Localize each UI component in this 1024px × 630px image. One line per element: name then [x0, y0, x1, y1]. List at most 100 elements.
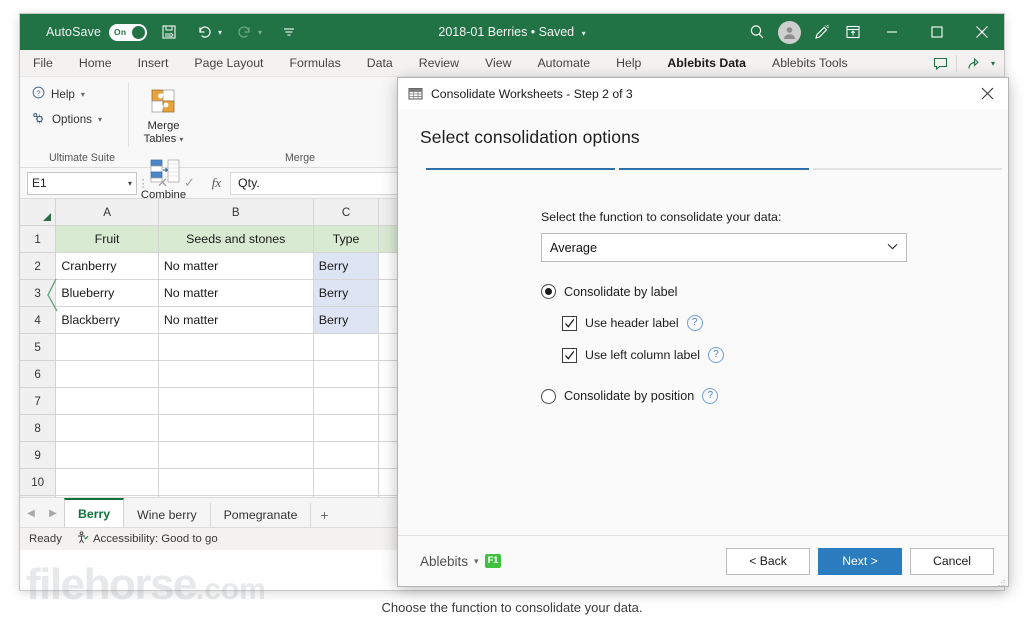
comments-icon[interactable] — [927, 50, 953, 76]
cell-a8[interactable] — [55, 414, 159, 442]
row-header-5[interactable]: 5 — [20, 333, 57, 361]
f1-help-badge[interactable]: F1 — [484, 554, 502, 568]
row-header-2[interactable]: 2 — [20, 252, 57, 280]
close-icon[interactable] — [966, 78, 1008, 109]
cell-a7[interactable] — [55, 387, 159, 415]
select-all-corner[interactable] — [20, 199, 57, 226]
ribbon-tab-view[interactable]: View — [472, 50, 524, 76]
share-icon[interactable] — [960, 50, 986, 76]
cell-c7[interactable] — [313, 387, 380, 415]
cell-a11[interactable] — [55, 495, 159, 497]
ribbon-display-options-icon[interactable] — [837, 14, 869, 50]
row-header-9[interactable]: 9 — [20, 441, 57, 469]
close-icon[interactable] — [959, 14, 1004, 50]
sheet-tab-berry[interactable]: Berry — [64, 498, 125, 527]
document-title-text[interactable]: 2018-01 Berries • Saved — [438, 25, 574, 39]
cell-a6[interactable] — [55, 360, 159, 388]
save-icon[interactable] — [156, 19, 182, 45]
search-icon[interactable] — [741, 14, 773, 50]
row-header-8[interactable]: 8 — [20, 414, 57, 442]
ribbon-tab-ablebits-data[interactable]: Ablebits Data — [654, 50, 759, 76]
help-question-icon[interactable]: ? — [708, 347, 725, 363]
cell-c9[interactable] — [313, 441, 380, 469]
help-chevron-down-icon[interactable]: ▾ — [81, 90, 85, 99]
undo-group[interactable]: ▾ — [182, 19, 222, 45]
sheet-tab-wine-berry[interactable]: Wine berry — [124, 503, 211, 527]
checkbox-box-use-left-column-label[interactable] — [562, 347, 577, 363]
minimize-icon[interactable] — [869, 14, 914, 50]
cell-a9[interactable] — [55, 441, 159, 469]
cell-c4[interactable]: Berry — [313, 306, 380, 334]
ribbon-tab-ablebits-tools[interactable]: Ablebits Tools — [759, 50, 861, 76]
cell-b7[interactable] — [158, 387, 314, 415]
row-header-3[interactable]: 3 — [20, 279, 57, 307]
radio-consolidate-by-position[interactable]: Consolidate by position ? — [541, 388, 1008, 404]
cell-c11[interactable] — [313, 495, 380, 497]
account-avatar-icon[interactable] — [773, 14, 805, 50]
help-question-icon[interactable]: ? — [702, 388, 719, 404]
radio-button-by-position[interactable] — [541, 388, 556, 404]
ribbon-button-merge-tables[interactable]: Merge Tables ▾ — [133, 77, 194, 146]
row-header-11[interactable]: 11 — [20, 495, 57, 497]
cell-a4[interactable]: Blackberry — [55, 306, 159, 334]
row-header-7[interactable]: 7 — [20, 387, 57, 415]
name-box[interactable]: E1 ▾ — [27, 171, 137, 195]
customize-quick-access-icon[interactable] — [276, 19, 302, 45]
row-header-4[interactable]: 4 — [20, 306, 57, 334]
cell-b5[interactable] — [158, 333, 314, 361]
cell-b6[interactable] — [158, 360, 314, 388]
ribbon-help-button[interactable]: ? Help ▾ — [32, 86, 128, 102]
cancel-button[interactable]: Cancel — [910, 547, 994, 575]
share-chevron-down-icon[interactable]: ▾ — [986, 50, 1000, 76]
insert-function-icon[interactable]: fx — [203, 172, 230, 194]
cell-c2[interactable]: Berry — [313, 252, 380, 280]
cell-c10[interactable] — [313, 468, 380, 496]
undo-icon[interactable] — [191, 19, 217, 45]
chevron-down-icon[interactable]: ▾ — [474, 556, 479, 567]
checkbox-use-left-column-label[interactable]: Use left column label ? — [562, 347, 1008, 363]
ribbon-tab-insert[interactable]: Insert — [125, 50, 182, 76]
autosave-control[interactable]: AutoSave On — [46, 23, 148, 41]
column-header-a[interactable]: A — [55, 199, 159, 226]
pen-highlight-icon[interactable] — [805, 14, 837, 50]
cell-c5[interactable] — [313, 333, 380, 361]
cell-a10[interactable] — [55, 468, 159, 496]
previous-sheet-icon[interactable]: ◀ — [20, 499, 42, 527]
name-box-chevron-down-icon[interactable]: ▾ — [128, 179, 132, 188]
cell-b9[interactable] — [158, 441, 314, 469]
cell-c1[interactable]: Type — [313, 225, 380, 253]
maximize-icon[interactable] — [914, 14, 959, 50]
ribbon-tab-formulas[interactable]: Formulas — [276, 50, 353, 76]
resize-grip[interactable] — [995, 574, 1005, 586]
cell-b10[interactable] — [158, 468, 314, 496]
merge-tables-chevron-down-icon[interactable]: ▾ — [179, 135, 183, 144]
ribbon-tab-automate[interactable]: Automate — [524, 50, 603, 76]
checkbox-use-header-label[interactable]: Use header label ? — [562, 315, 1008, 331]
row-header-1[interactable]: 1 — [20, 225, 57, 253]
next-button[interactable]: Next > — [818, 547, 902, 575]
column-header-c[interactable]: C — [313, 199, 380, 226]
cell-a1[interactable]: Fruit — [55, 225, 159, 253]
cell-b4[interactable]: No matter — [158, 306, 314, 334]
options-chevron-down-icon[interactable]: ▾ — [98, 115, 102, 124]
redo-group[interactable]: ▾ — [222, 19, 262, 45]
ribbon-tab-help[interactable]: Help — [603, 50, 654, 76]
ribbon-options-button[interactable]: Options ▾ — [32, 111, 128, 128]
next-sheet-icon[interactable]: ▶ — [42, 499, 64, 527]
row-header-6[interactable]: 6 — [20, 360, 57, 388]
column-header-b[interactable]: B — [158, 199, 314, 226]
ribbon-tab-file[interactable]: File — [20, 50, 66, 76]
back-button[interactable]: < Back — [726, 547, 810, 575]
ribbon-tab-data[interactable]: Data — [354, 50, 406, 76]
radio-button-by-label[interactable] — [541, 284, 556, 299]
cell-b2[interactable]: No matter — [158, 252, 314, 280]
ribbon-tab-home[interactable]: Home — [66, 50, 125, 76]
cell-c6[interactable] — [313, 360, 380, 388]
document-title-chevron-down-icon[interactable]: ▾ — [582, 29, 586, 38]
cell-a5[interactable] — [55, 333, 159, 361]
row-header-10[interactable]: 10 — [20, 468, 57, 496]
add-sheet-button[interactable]: + — [311, 503, 337, 527]
cell-b1[interactable]: Seeds and stones — [158, 225, 314, 253]
autosave-toggle[interactable]: On — [109, 23, 148, 41]
consolidate-function-select[interactable]: Average — [541, 233, 907, 262]
